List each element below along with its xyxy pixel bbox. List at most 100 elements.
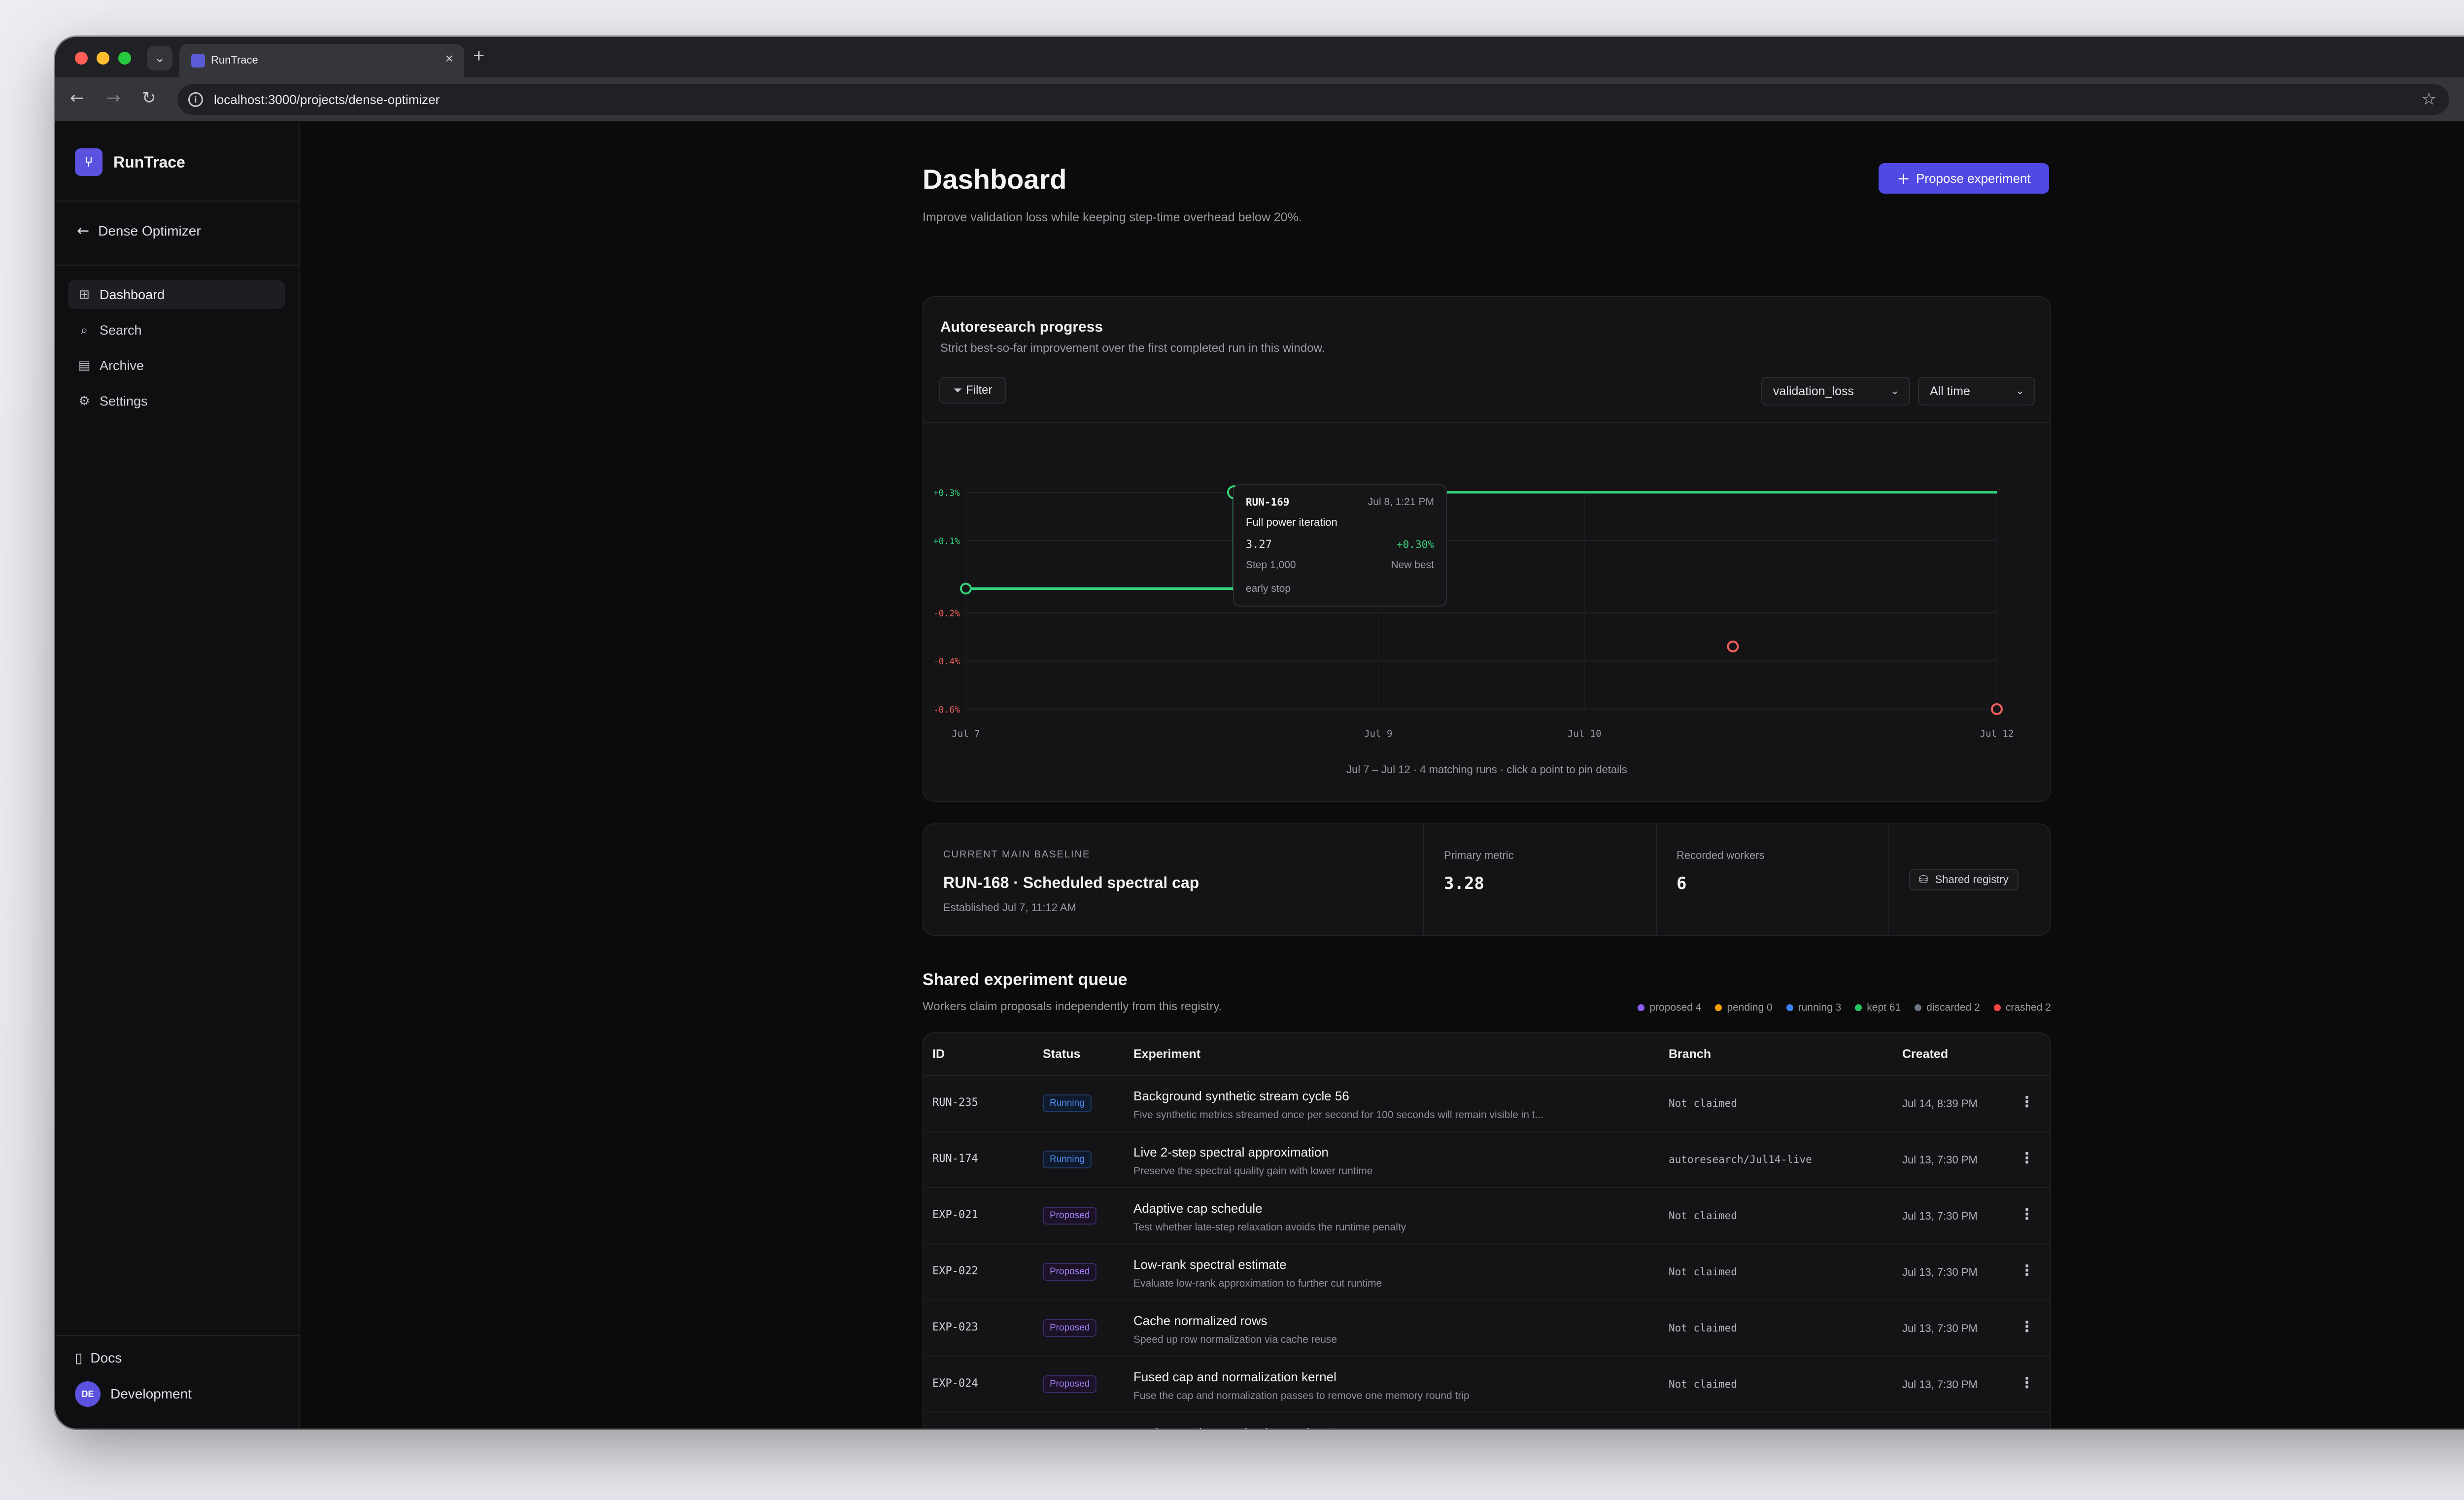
close-window-button[interactable] (75, 52, 88, 65)
experiment-description: Speed up row normalization via cache reu… (1133, 1334, 1337, 1345)
baseline-label: CURRENT MAIN BASELINE (943, 849, 1091, 860)
registry-cell: ⛁ Shared registry (1889, 824, 2050, 935)
forward-arrow-icon[interactable]: → (106, 88, 121, 108)
shared-registry-badge[interactable]: ⛁ Shared registry (1909, 869, 2019, 890)
legend-pending: pending 0 (1715, 1002, 1773, 1014)
row-menu-icon[interactable]: ⋮ (2019, 1374, 2034, 1392)
docs-label: Docs (90, 1350, 122, 1365)
sidebar-item-label: Archive (100, 358, 144, 373)
row-id: EXP-021 (932, 1209, 978, 1221)
back-to-project-link[interactable]: ← Dense Optimizer (77, 222, 201, 239)
baseline-summary: CURRENT MAIN BASELINE RUN-168 · Schedule… (924, 824, 1424, 935)
experiment-title[interactable]: Adaptive cap schedule (1133, 1201, 1263, 1216)
row-menu-icon[interactable]: ⋮ (2019, 1150, 2034, 1167)
legend-kept: kept 61 (1855, 1002, 1901, 1014)
reload-icon[interactable]: ↻ (142, 88, 156, 108)
table-header: ID Status Experiment Branch Created (924, 1033, 2050, 1076)
filter-button[interactable]: ⏷ Filter (939, 377, 1006, 404)
column-header-experiment[interactable]: Experiment (1133, 1047, 1200, 1061)
progress-title: Autoresearch progress (940, 319, 1103, 335)
experiment-title[interactable]: Low-rank spectral estimate (1133, 1257, 1287, 1272)
user-menu[interactable]: DE Development (75, 1381, 192, 1407)
sidebar-item-settings[interactable]: ⚙ Settings (68, 387, 285, 415)
time-range-select[interactable]: All time ⌄ (1918, 377, 2035, 406)
tooltip-date: Jul 8, 1:21 PM (1368, 496, 1434, 508)
user-label: Development (110, 1386, 192, 1401)
back-arrow-icon[interactable]: ← (70, 88, 84, 108)
legend-dot (1786, 1004, 1793, 1011)
created-time: Jul 13, 7:30 PM (1902, 1378, 1978, 1391)
table-row[interactable]: RUN-235 Running Background synthetic strea… (924, 1076, 2050, 1132)
x-tick-label: Jul 7 (952, 728, 980, 739)
maximize-window-button[interactable] (118, 52, 131, 65)
progress-chart[interactable]: +0.3% +0.1% -0.2% -0.4% -0.6% Jul 7 Jul 9 Jul 1… (924, 423, 2052, 763)
column-header-branch[interactable]: Branch (1669, 1047, 1711, 1061)
row-id: RUN-235 (932, 1096, 978, 1109)
tooltip-run-name: Full power iteration (1246, 516, 1337, 528)
tab-search-chevron-icon[interactable]: ⌄ (147, 46, 172, 70)
legend-label: kept 61 (1867, 1002, 1901, 1013)
sidebar-item-dashboard[interactable]: ⊞ Dashboard (68, 280, 285, 309)
propose-experiment-button[interactable]: + Propose experiment (1879, 163, 2049, 194)
legend-crashed: crashed 2 (1993, 1002, 2051, 1014)
site-info-icon[interactable]: i (188, 92, 203, 107)
branch-name: Not claimed (1669, 1210, 1738, 1222)
brand[interactable]: ⑂ RunTrace (75, 148, 185, 176)
row-menu-icon[interactable]: ⋮ (2019, 1262, 2034, 1279)
legend-label: proposed 4 (1649, 1002, 1702, 1013)
row-menu-icon[interactable]: ⋮ (2019, 1093, 2034, 1111)
table-row[interactable]: EXP-085RunningBackground streaming bar c… (924, 1413, 2050, 1429)
tooltip-note: early stop (1246, 583, 1291, 594)
browser-tab[interactable]: RunTrace × (179, 44, 464, 77)
progress-subtitle: Strict best-so-far improvement over the … (940, 341, 1325, 355)
primary-metric-label: Primary metric (1444, 849, 1514, 861)
legend-label: discarded 2 (1926, 1002, 1980, 1013)
experiment-title[interactable]: Background streaming bar cycle 56 (1133, 1426, 1335, 1429)
table-row[interactable]: EXP-022 Proposed Low-rank spectral estimat… (924, 1244, 2050, 1300)
favicon-icon (191, 54, 205, 68)
bookmark-star-icon[interactable]: ☆ (2422, 89, 2436, 109)
sidebar-item-search[interactable]: ⌕ Search (68, 316, 285, 344)
column-header-status[interactable]: Status (1043, 1047, 1080, 1061)
sidebar-item-archive[interactable]: ▤ Archive (68, 351, 285, 380)
minimize-window-button[interactable] (97, 52, 109, 65)
metric-select[interactable]: validation_loss ⌄ (1761, 377, 1910, 406)
registry-label: Shared registry (1935, 873, 2009, 886)
created-time: Jul 13, 7:30 PM (1902, 1266, 1978, 1278)
legend-discarded: discarded 2 (1915, 1002, 1980, 1014)
plus-icon: + (1897, 169, 1911, 188)
table-row[interactable]: EXP-021 Proposed Adaptive cap schedule Test… (924, 1188, 2050, 1244)
page-subtitle: Improve validation loss while keeping st… (923, 210, 1302, 224)
legend-label: pending 0 (1727, 1002, 1773, 1013)
address-bar[interactable]: i localhost:3000/projects/dense-optimize… (177, 84, 2449, 115)
experiment-title[interactable]: Fused cap and normalization kernel (1133, 1369, 1336, 1385)
row-id: EXP-023 (932, 1321, 978, 1333)
table-row[interactable]: RUN-174 Running Live 2-step spectral appro… (924, 1132, 2050, 1188)
table-row[interactable]: EXP-023 Proposed Cache normalized rows Spee… (924, 1300, 2050, 1357)
close-tab-icon[interactable]: × (445, 51, 453, 67)
experiment-title[interactable]: Live 2-step spectral approximation (1133, 1145, 1329, 1160)
arrow-left-icon: ← (77, 222, 90, 239)
docs-link[interactable]: ▯ Docs (75, 1350, 122, 1366)
baseline-card: CURRENT MAIN BASELINE RUN-168 · Schedule… (923, 823, 2051, 936)
baseline-title[interactable]: RUN-168 · Scheduled spectral cap (943, 874, 1199, 892)
experiment-title[interactable]: Background synthetic stream cycle 56 (1133, 1089, 1349, 1104)
row-menu-icon[interactable]: ⋮ (2019, 1318, 2034, 1335)
runtrace-logo-icon: ⑂ (75, 148, 103, 176)
data-point-regression[interactable] (1727, 640, 1739, 652)
url-text[interactable]: localhost:3000/projects/dense-optimizer (214, 92, 440, 107)
data-point-regression[interactable] (1991, 703, 2003, 715)
new-tab-icon[interactable]: + (473, 45, 484, 67)
y-tick-label: -0.6% (933, 705, 960, 715)
table-row[interactable]: EXP-024 Proposed Fused cap and normalizati… (924, 1357, 2050, 1413)
status-badge: Proposed (1043, 1375, 1097, 1393)
experiment-description: Evaluate low-rank approximation to furth… (1133, 1278, 1382, 1289)
experiment-title[interactable]: Cache normalized rows (1133, 1313, 1267, 1329)
database-icon: ⛁ (1919, 874, 1928, 886)
experiment-description: Test whether late-step relaxation avoids… (1133, 1222, 1406, 1233)
column-header-id[interactable]: ID (932, 1047, 945, 1061)
row-menu-icon[interactable]: ⋮ (2019, 1206, 2034, 1223)
column-header-created[interactable]: Created (1902, 1047, 1948, 1061)
data-point-kept[interactable] (960, 582, 972, 595)
progress-header: Autoresearch progress Strict best-so-far… (940, 319, 1325, 355)
